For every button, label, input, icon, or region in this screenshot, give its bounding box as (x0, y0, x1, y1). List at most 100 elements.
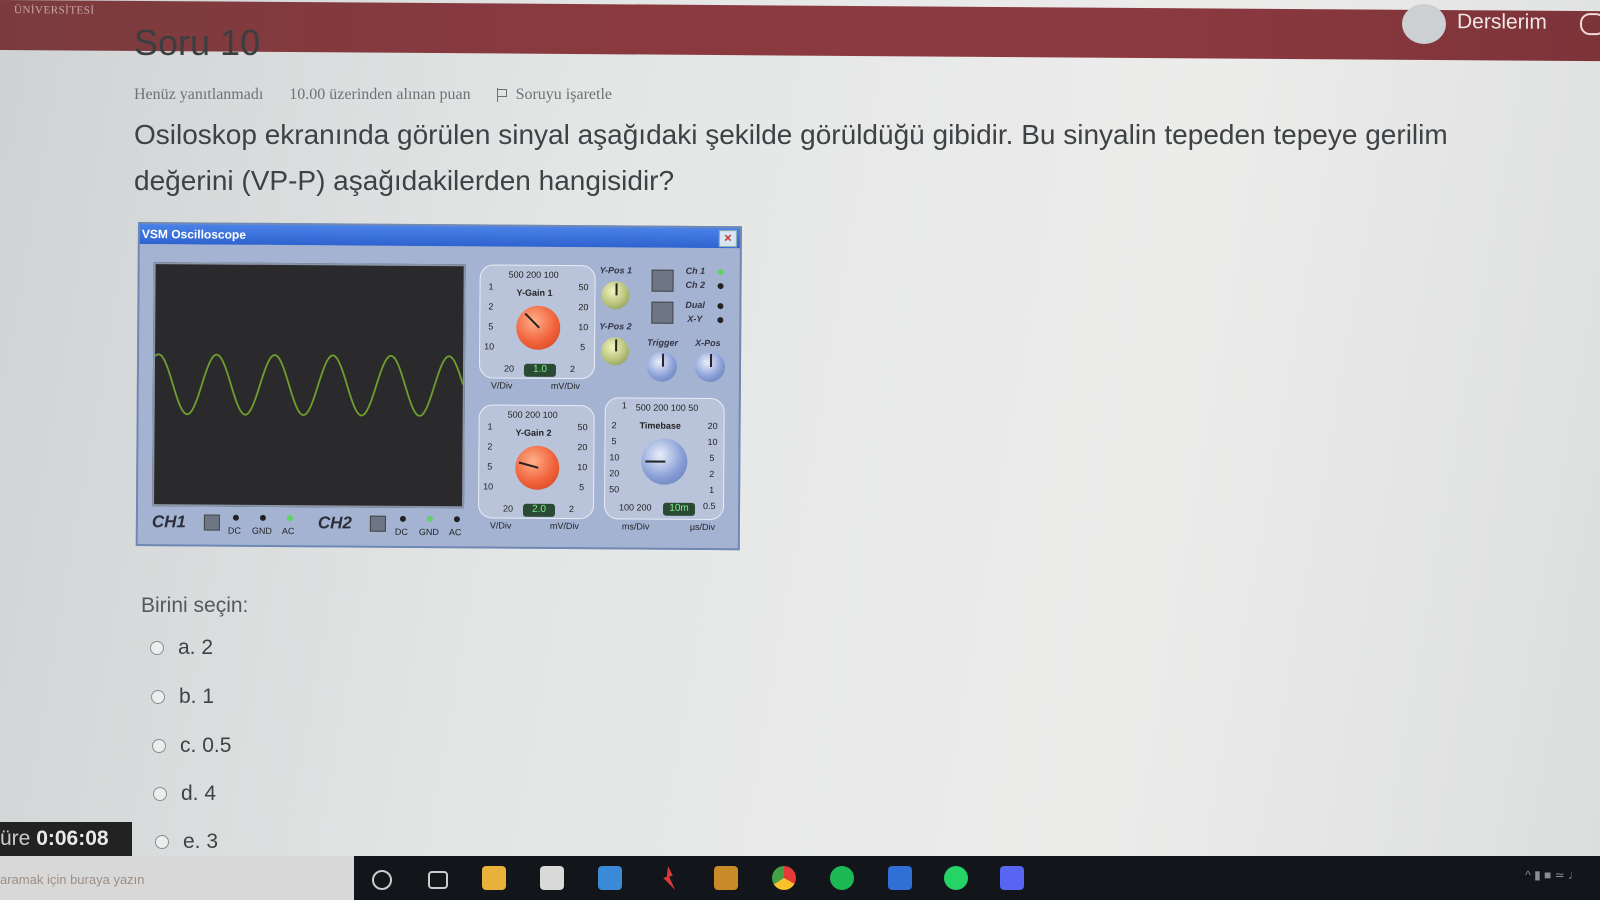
user-avatar[interactable] (1402, 3, 1446, 45)
ygain2-tick: 20 (577, 442, 588, 453)
answer-option-e[interactable]: e. 3 (155, 830, 218, 854)
radio-button[interactable] (150, 641, 164, 655)
answer-option-b[interactable]: b. 1 (151, 685, 214, 709)
ygain1-tick: 20 (578, 302, 589, 313)
ch2-ac-label: AC (448, 527, 462, 538)
ygain1-tick: 20 (503, 363, 515, 374)
ch1-ac-label: AC (281, 526, 295, 537)
dual-label: Dual (685, 299, 705, 310)
answer-option-c[interactable]: c. 0.5 (152, 734, 231, 758)
ch1-dc-label: DC (227, 525, 241, 536)
timebase-tick: 2 (611, 420, 617, 431)
ch2-gnd-label: GND (418, 526, 439, 538)
timebase-tick: 20 (609, 468, 620, 479)
option-letter: c. (180, 734, 197, 757)
store-icon[interactable] (540, 866, 564, 890)
ygain1-tick: 2 (569, 364, 576, 375)
flag-label: Soruyu işaretle (515, 86, 612, 103)
whatsapp-icon[interactable] (944, 866, 968, 890)
ygain2-tick: 5 (579, 482, 585, 493)
xy-dot (717, 317, 724, 324)
timer-label: üre (0, 827, 31, 850)
ygain1-tick: 10 (578, 322, 589, 333)
ch1-ac-dot (286, 515, 293, 522)
flag-question-link[interactable]: Soruyu işaretle (496, 86, 638, 104)
timebase-bottom-scale: 100 200 (618, 502, 652, 513)
windows-taskbar: aramak için buraya yazın ^ ▮ ■ ≃ ♩ (0, 856, 1600, 900)
app-icon[interactable] (714, 866, 738, 890)
oscilloscope-panel: CH1 CH2 DC GND AC DC GND AC 500 200 100 … (137, 244, 740, 549)
ygain1-tick: 10 (484, 341, 495, 352)
radio-button[interactable] (152, 739, 166, 753)
camera-app-icon[interactable] (888, 866, 912, 890)
xpos-label: X-Pos (695, 337, 721, 349)
option-letter: e. (183, 830, 201, 853)
timebase-tick: 2 (709, 468, 715, 480)
ygain1-units-v: V/Div (490, 380, 513, 391)
ygain1-tick: 50 (578, 282, 589, 293)
radio-button[interactable] (153, 787, 167, 801)
timer-value: 0:06:08 (36, 827, 109, 850)
timebase-tick: 5 (709, 452, 715, 464)
option-value: 1 (202, 685, 215, 708)
question-points: 10.00 üzerinden alınan puan (289, 86, 471, 103)
timebase-units-ms: ms/Div (621, 521, 650, 532)
ch1-invert-switch (203, 514, 220, 531)
flag-icon (496, 88, 508, 102)
timebase-label: Timebase (639, 420, 681, 431)
option-value: 3 (206, 830, 219, 853)
answer-option-a[interactable]: a. 2 (150, 636, 213, 660)
ygain1-tick: 5 (580, 342, 586, 353)
timebase-tick: 20 (707, 420, 718, 432)
ch1-select-label: Ch 1 (685, 265, 706, 276)
task-view-icon[interactable] (428, 871, 448, 889)
timebase-tick: 1 (621, 400, 627, 411)
ch1-label: CH1 (151, 512, 186, 532)
ygain2-tick: 50 (577, 422, 588, 433)
taskbar-search-placeholder: aramak için buraya yazın (0, 872, 145, 887)
ygain2-label: Y-Gain 2 (515, 427, 552, 438)
ygain1-knob (516, 305, 561, 350)
xy-label: X-Y (687, 313, 703, 324)
question-meta: Henüz yanıtlanmadı 10.00 üzerinden alına… (134, 86, 664, 104)
ygain1-top-scale: 500 200 100 (508, 269, 559, 280)
taskbar-search-box[interactable]: aramak için buraya yazın (0, 856, 354, 900)
ygain2-units-v: V/Div (489, 520, 512, 531)
ygain2-readout: 2.0 (522, 503, 556, 517)
brand-logo[interactable]: ÜNİVERSİTESİ (14, 4, 95, 17)
timebase-knob (641, 438, 688, 485)
channel-bar-2: CH2 (318, 513, 352, 533)
answer-option-d[interactable]: d. 4 (153, 782, 216, 806)
answer-prompt: Birini seçin: (141, 594, 249, 617)
ygain2-tick: 20 (502, 503, 514, 514)
file-explorer-icon[interactable] (482, 866, 506, 890)
user-menu-link[interactable]: Derslerim (1457, 10, 1547, 35)
quiz-timer: üre 0:06:08 (0, 822, 132, 856)
spotify-icon[interactable] (830, 866, 854, 890)
ch2-label: CH2 (317, 513, 352, 533)
mail-icon[interactable] (598, 866, 622, 890)
ygain2-tick: 10 (577, 462, 588, 473)
flash-icon[interactable] (663, 866, 676, 890)
ch2-invert-switch (369, 515, 386, 532)
ch2-select-label: Ch 2 (685, 279, 706, 290)
dual-dot (717, 303, 724, 310)
cortana-icon[interactable] (372, 870, 392, 890)
chrome-icon[interactable] (772, 866, 796, 890)
ypos2-knob (601, 337, 630, 366)
chat-icon[interactable] (1580, 13, 1600, 36)
timebase-tick: 10 (609, 452, 620, 463)
discord-icon[interactable] (1000, 866, 1024, 890)
ch1-dc-dot (232, 514, 239, 521)
ygain2-tick: 10 (483, 481, 494, 492)
trigger-label: Trigger (647, 337, 679, 348)
oscilloscope-title: VSM Oscilloscope (141, 227, 247, 242)
option-letter: d. (181, 782, 199, 805)
radio-button[interactable] (151, 690, 165, 704)
ch2-gnd-dot (426, 516, 433, 523)
ygain2-knob (515, 445, 560, 490)
radio-button[interactable] (155, 835, 169, 849)
option-value: 0.5 (202, 734, 232, 757)
ygain2-tick: 5 (487, 461, 493, 472)
system-tray[interactable]: ^ ▮ ■ ≃ ♩ (1525, 868, 1580, 882)
